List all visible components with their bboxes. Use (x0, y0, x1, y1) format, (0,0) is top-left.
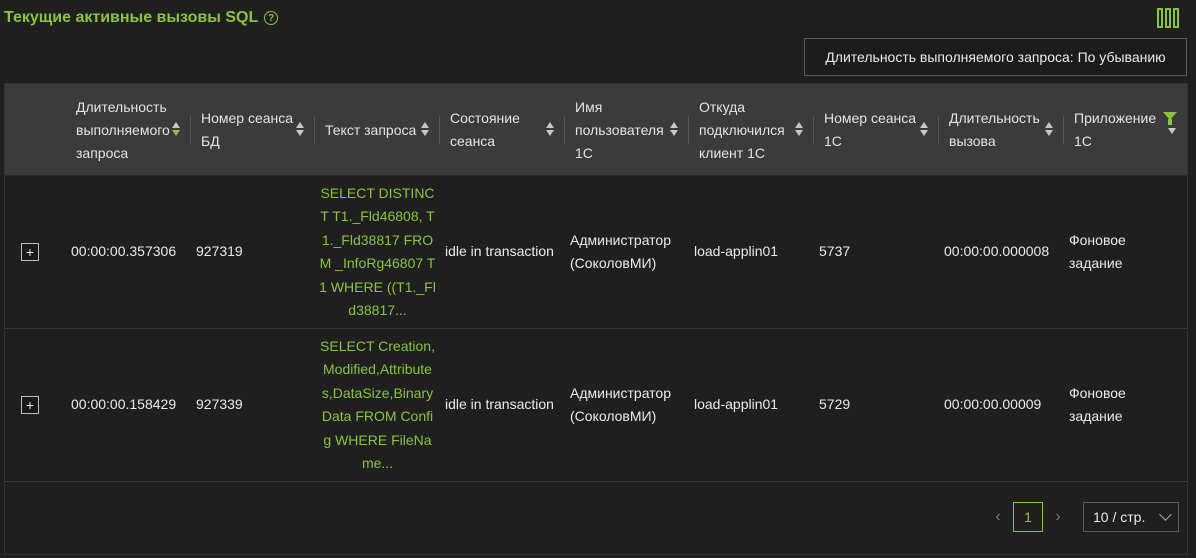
duration-cell: 00:00:00.357306 (71, 243, 177, 260)
table-row: + 00:00:00.158429 927339 SELECT Creation… (5, 329, 1187, 482)
page-size-value: 10 / стр. (1093, 509, 1146, 525)
table-header: Длительность выполняемого запроса Номер … (5, 84, 1187, 176)
column-header-label: Текст запроса (325, 121, 417, 138)
column-header-call-duration[interactable]: Длительность вызова (939, 84, 1064, 176)
state-cell: idle in transaction (445, 243, 554, 260)
column-header-session-1c[interactable]: Номер сеанса 1С (814, 84, 939, 176)
call-duration-cell: 00:00:00.00009 (944, 396, 1042, 413)
column-header-duration[interactable]: Длительность выполняемого запроса (66, 84, 191, 176)
sort-icon[interactable] (295, 122, 305, 140)
filter-icon[interactable] (1163, 112, 1177, 126)
expand-column-header (5, 84, 66, 176)
next-page-icon[interactable]: › (1043, 502, 1073, 532)
sort-icon[interactable] (1044, 122, 1054, 140)
sort-icon[interactable] (1167, 128, 1177, 146)
expand-cell: + (5, 329, 66, 481)
pagination: ‹ 1 › 10 / стр. (983, 502, 1179, 532)
column-header-label: Откуда подключился клиент 1С (699, 98, 785, 161)
client-host-cell: load-applin01 (694, 396, 779, 413)
prev-page-icon[interactable]: ‹ (983, 502, 1013, 532)
state-cell: idle in transaction (445, 396, 554, 413)
help-icon[interactable]: ? (264, 11, 279, 25)
sort-icon[interactable] (171, 122, 181, 140)
duration-cell: 00:00:00.158429 (71, 396, 177, 413)
column-header-label: Имя пользователя 1С (575, 98, 664, 161)
sort-icon[interactable] (420, 122, 430, 140)
page-header: Текущие активные вызовы SQL ? (4, 6, 279, 30)
app-cell: Фоновое задание (1069, 231, 1126, 272)
sort-icon[interactable] (794, 122, 804, 140)
sql-calls-table: Длительность выполняемого запроса Номер … (4, 83, 1188, 555)
user-cell: Администратор (СоколовМИ) (570, 384, 672, 425)
column-header-state[interactable]: Состояние сеанса (440, 84, 565, 176)
table-row: + 00:00:00.357306 927319 SELECT DISTINCT… (5, 176, 1187, 329)
column-header-label: Номер сеанса БД (201, 110, 294, 149)
sort-icon[interactable] (919, 122, 929, 140)
page-1-button[interactable]: 1 (1013, 502, 1043, 532)
column-header-app[interactable]: Приложение 1С (1064, 84, 1187, 176)
column-header-db-session[interactable]: Номер сеанса БД (191, 84, 315, 176)
client-host-cell: load-applin01 (694, 243, 779, 260)
call-duration-cell: 00:00:00.000008 (944, 243, 1050, 260)
sort-icon[interactable] (669, 122, 679, 140)
sort-select[interactable]: Длительность выполняемого запроса: По уб… (804, 38, 1187, 76)
session-1c-cell: 5729 (819, 396, 851, 413)
app-cell: Фоновое задание (1069, 384, 1126, 425)
sort-select-value: Длительность выполняемого запроса: По уб… (825, 49, 1166, 65)
chevron-down-icon (1159, 508, 1172, 521)
sort-icon[interactable] (545, 122, 555, 140)
page-size-select[interactable]: 10 / стр. (1083, 502, 1179, 532)
user-cell: Администратор (СоколовМИ) (570, 231, 672, 272)
query-text-cell[interactable]: SELECT Creation,Modified,Attributes,Data… (315, 329, 440, 481)
expand-row-icon[interactable]: + (21, 396, 39, 414)
column-header-query-text[interactable]: Текст запроса (315, 84, 440, 176)
db-session-cell: 927339 (196, 396, 243, 413)
session-1c-cell: 5737 (819, 243, 851, 260)
column-header-label: Длительность выполняемого запроса (76, 98, 170, 161)
page-title: Текущие активные вызовы SQL (4, 9, 259, 26)
column-header-label: Приложение 1С (1074, 110, 1157, 149)
column-header-label: Номер сеанса 1С (824, 110, 917, 149)
column-header-user[interactable]: Имя пользователя 1С (565, 84, 689, 176)
expand-cell: + (5, 176, 66, 328)
column-settings-icon[interactable] (1157, 8, 1179, 28)
column-header-client-host[interactable]: Откуда подключился клиент 1С (689, 84, 814, 176)
column-header-label: Длительность вызова (949, 110, 1040, 149)
db-session-cell: 927319 (196, 243, 243, 260)
expand-row-icon[interactable]: + (21, 243, 39, 261)
query-text-cell[interactable]: SELECT DISTINCT T1._Fld46808, T1._Fld388… (315, 176, 440, 328)
column-header-label: Состояние сеанса (450, 110, 520, 149)
